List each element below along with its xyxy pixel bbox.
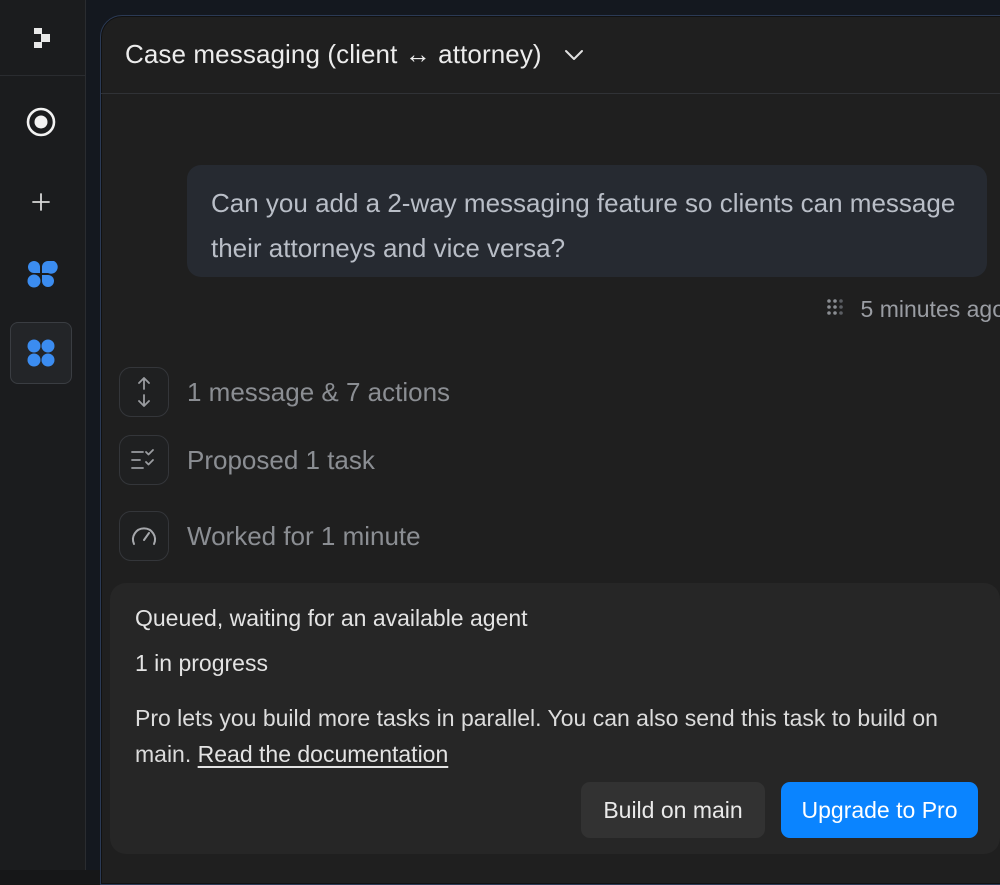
drag-handle[interactable]: [825, 296, 845, 323]
plus-icon: [32, 193, 50, 211]
build-on-main-button[interactable]: Build on main: [581, 782, 765, 838]
user-message-text: Can you add a 2-way messaging feature so…: [211, 188, 956, 263]
chat-panel: Case messaging (client ↔ attorney) Can y…: [100, 15, 1000, 885]
queue-progress-text: 1 in progress: [135, 650, 268, 676]
step-label: 1 message & 7 actions: [187, 376, 451, 407]
upgrade-to-pro-button[interactable]: Upgrade to Pro: [781, 782, 978, 838]
logo-icon: [34, 27, 50, 48]
queue-info-text: Pro lets you build more tasks in paralle…: [135, 700, 975, 772]
checklist-icon: [131, 449, 154, 469]
sidebar: [0, 0, 86, 870]
logo[interactable]: [0, 0, 86, 76]
sidebar-record-button[interactable]: [10, 91, 72, 153]
expand-vertical-icon: [138, 377, 150, 407]
drag-handle-icon: [826, 299, 843, 315]
title-dropdown-button[interactable]: [564, 49, 584, 61]
step-worked-time[interactable]: Worked for 1 minute: [119, 511, 421, 561]
chevron-down-icon: [564, 49, 583, 60]
page-title: Case messaging (client ↔ attorney): [125, 39, 542, 69]
panel-header: Case messaging (client ↔ attorney): [101, 16, 1000, 94]
step-icon-box: [119, 435, 169, 485]
pinwheel-icon: [27, 261, 58, 288]
record-icon: [26, 107, 56, 137]
documentation-link[interactable]: Read the documentation: [198, 741, 449, 767]
step-label: Proposed 1 task: [187, 444, 375, 475]
message-meta: 5 minutes ago: [825, 296, 1000, 323]
sidebar-apps-button[interactable]: [10, 322, 72, 384]
step-icon-box: [119, 511, 169, 561]
step-label: Worked for 1 minute: [187, 520, 421, 551]
step-messages-actions[interactable]: 1 message & 7 actions: [119, 367, 450, 417]
sidebar-new-button[interactable]: [10, 171, 72, 233]
speedometer-icon: [132, 527, 156, 545]
step-icon-box: [119, 367, 169, 417]
user-message-bubble: Can you add a 2-way messaging feature so…: [187, 165, 987, 277]
apps-grid-icon: [27, 339, 55, 367]
queue-status-text: Queued, waiting for an available agent: [135, 605, 528, 631]
step-proposed-task[interactable]: Proposed 1 task: [119, 435, 375, 485]
sidebar-integrations-button[interactable]: [10, 243, 72, 305]
queue-status-card: Queued, waiting for an available agent 1…: [110, 583, 1000, 854]
message-timestamp: 5 minutes ago: [860, 296, 1000, 322]
